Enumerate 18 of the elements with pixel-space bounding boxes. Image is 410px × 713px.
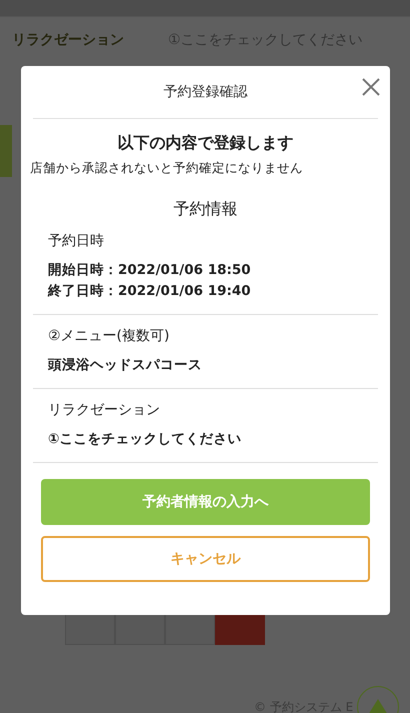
close-icon — [362, 78, 380, 96]
dialog-heading: 以下の内容で登録します — [116, 133, 294, 154]
triangle-up-icon — [367, 698, 389, 713]
item-label: 予約日時 — [48, 232, 105, 250]
item-label: ②メニュー(複数可) — [48, 327, 170, 345]
dialog-title: 予約登録確認 — [164, 83, 248, 101]
item-value: ①ここをチェックしてください — [48, 430, 242, 449]
section-title: 予約情報 — [172, 199, 238, 220]
item-value: 開始日時：2022/01/06 18:50 — [48, 261, 252, 280]
row-label: リラクゼーション — [12, 31, 124, 49]
tab-background — [0, 125, 12, 177]
cancel-button[interactable]: キャンセル — [41, 536, 370, 582]
item-label: リラクゼーション — [48, 401, 161, 419]
next-button[interactable]: 予約者情報の入力へ — [41, 479, 370, 525]
item-value: 終了日時：2022/01/06 19:40 — [48, 282, 252, 301]
notice-text: 店舗から承認されないと予約確定になりません — [30, 160, 304, 177]
close-button[interactable] — [360, 76, 382, 98]
item-value: 頭浸浴ヘッドスパコース — [48, 356, 203, 375]
